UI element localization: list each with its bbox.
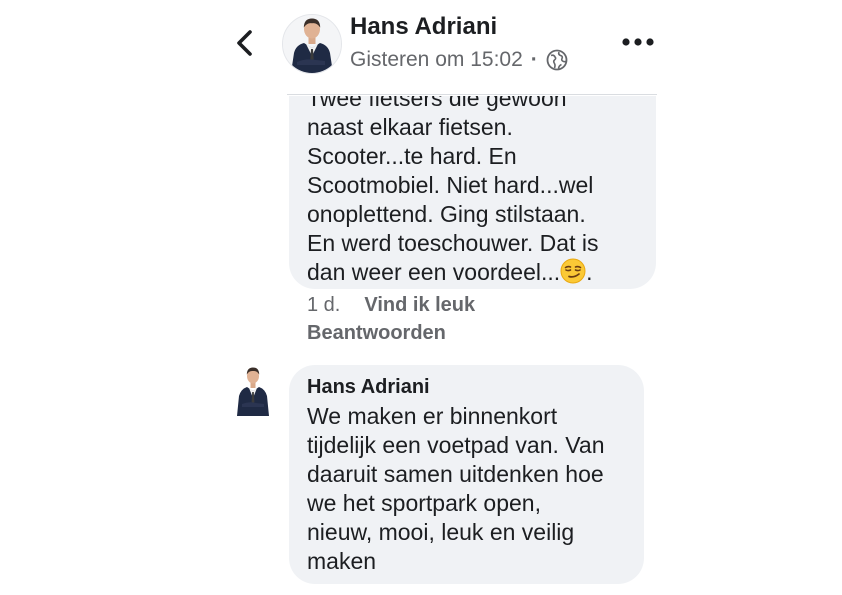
back-button[interactable]	[230, 26, 262, 60]
comment-line: daaruit samen uitdenken hoe	[307, 461, 604, 487]
comment-line: onoplettend. Ging stilstaan.	[307, 201, 586, 227]
like-link[interactable]: Vind ik leuk	[364, 294, 475, 317]
commenter-name[interactable]: Hans Adriani	[307, 376, 430, 399]
more-dots-icon	[622, 38, 654, 46]
reply-link[interactable]: Beantwoorden	[307, 322, 475, 345]
meta-separator: ·	[530, 48, 538, 71]
author-avatar[interactable]	[282, 14, 342, 74]
more-options-button[interactable]	[619, 30, 657, 54]
comment-line: we het sportpark open,	[307, 490, 541, 516]
comment-line: Scooter...te hard. En	[307, 143, 517, 169]
header-divider	[287, 94, 657, 95]
comment-bubble: Hans Adriani We maken er binnenkort tijd…	[289, 365, 644, 584]
globe-icon	[546, 49, 568, 71]
commenter-avatar[interactable]	[234, 364, 272, 416]
comment-line: Scootmobiel. Niet hard...wel	[307, 172, 594, 198]
author-name[interactable]: Hans Adriani	[350, 13, 497, 41]
comment-line-last: dan weer een voordeel... .	[307, 258, 598, 287]
comment-actions: 1 d. Vind ik leuk Beantwoorden	[307, 294, 475, 345]
post-timestamp[interactable]: Gisteren om 15:02	[350, 48, 523, 72]
comment-line: We maken er binnenkort	[307, 403, 558, 429]
comment-text: We maken er binnenkort tijdelijk een voe…	[307, 402, 605, 576]
chevron-left-icon	[237, 30, 252, 56]
post-header: Hans Adriani Gisteren om 15:02 ·	[0, 0, 842, 96]
smirking-face-emoji	[560, 258, 586, 284]
post-meta: Gisteren om 15:02 ·	[350, 48, 568, 72]
comment-text: Twee fietsers die gewoon naast elkaar fi…	[307, 84, 598, 287]
comment-line: .	[586, 259, 593, 285]
comment-line: tijdelijk een voetpad van. Van	[307, 432, 605, 458]
comment-line: nieuw, mooi, leuk en veilig	[307, 519, 575, 545]
comment-line: maken	[307, 548, 377, 574]
comment-line: dan weer een voordeel...	[307, 259, 561, 285]
comment-line: naast elkaar fietsen.	[307, 114, 513, 140]
comment-time: 1 d.	[307, 294, 341, 316]
comment-line: En werd toeschouwer. Dat is	[307, 230, 599, 256]
